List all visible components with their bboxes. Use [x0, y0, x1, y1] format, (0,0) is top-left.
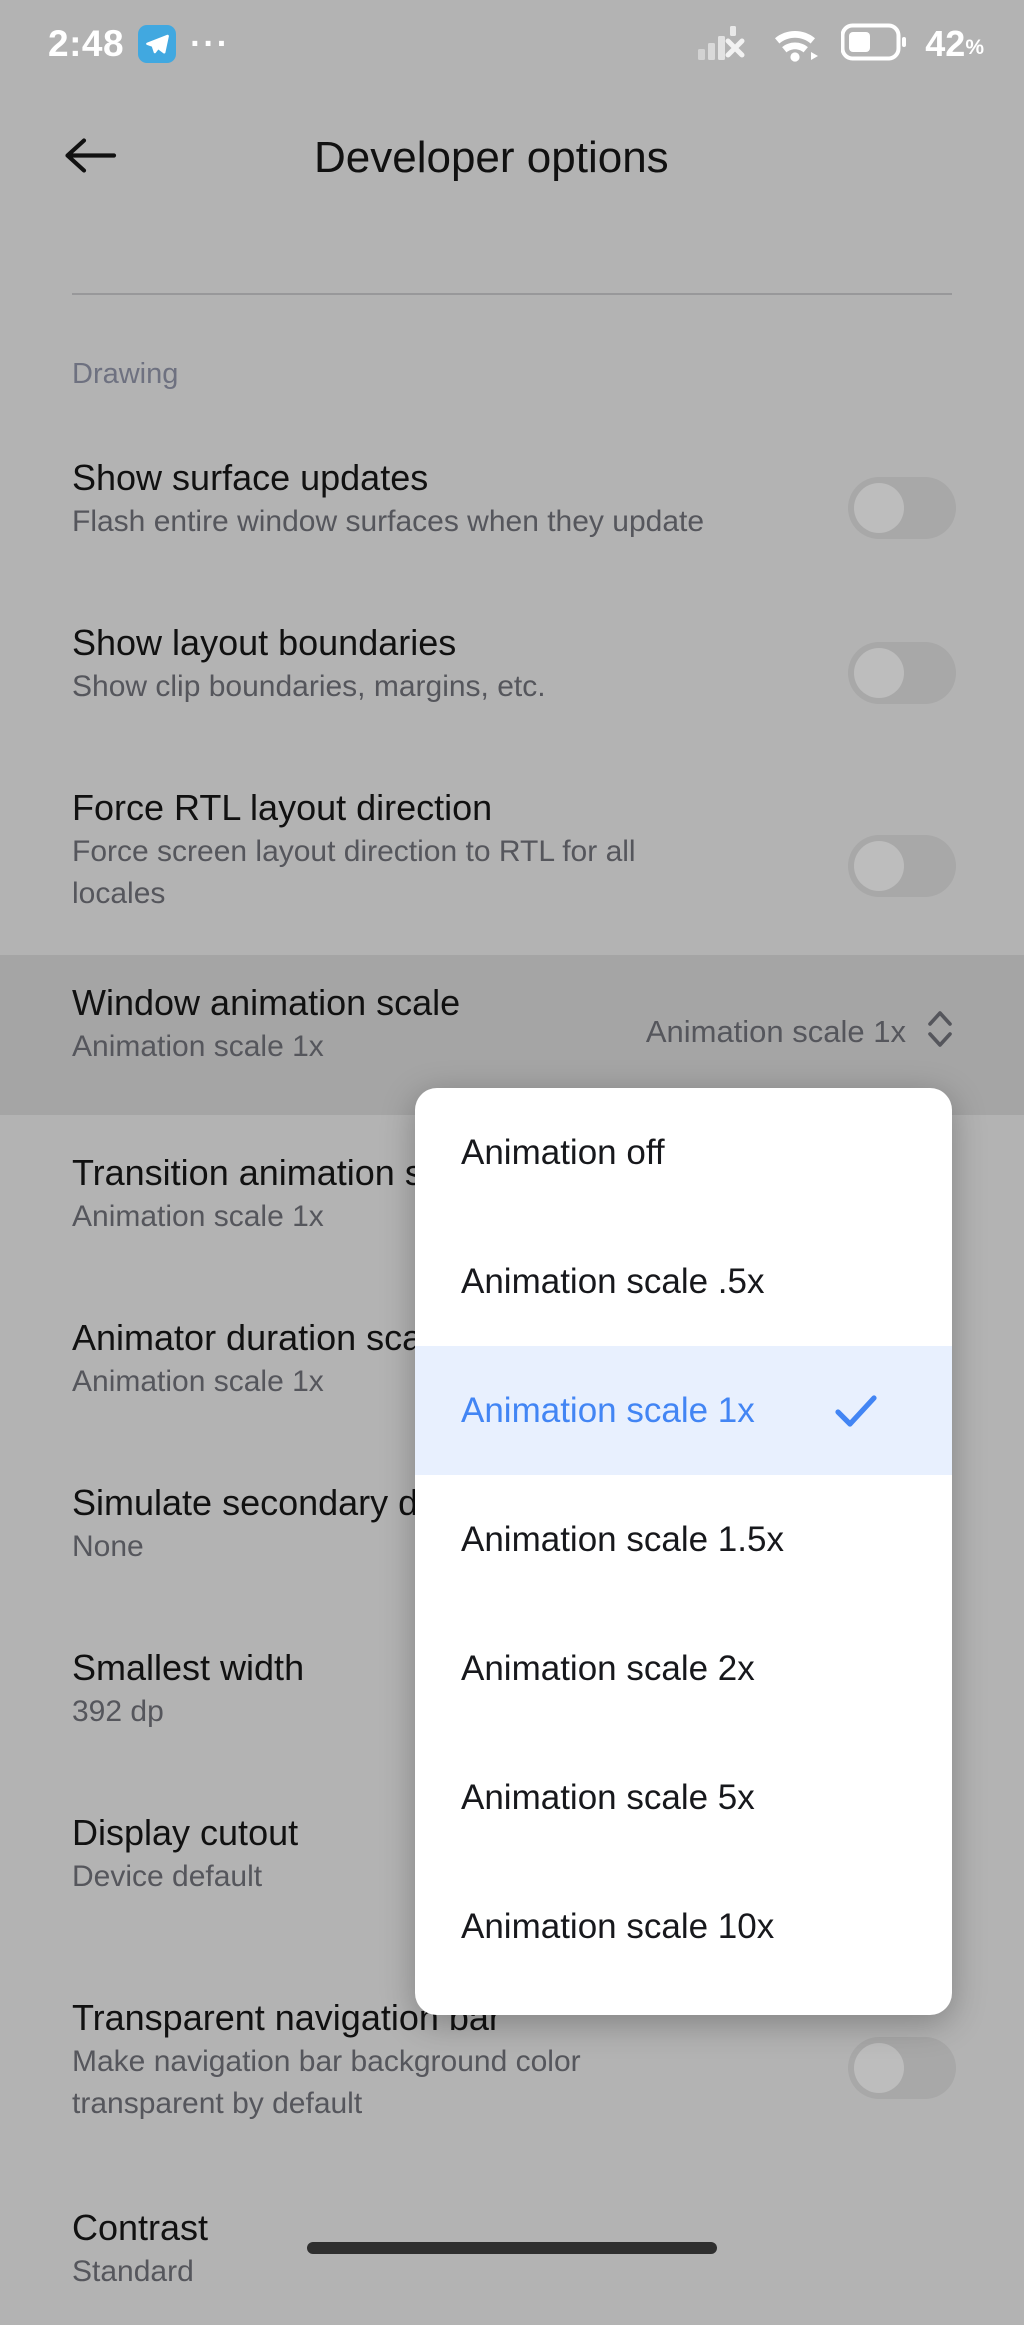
battery-percent-value: 42 [925, 23, 966, 64]
toggle-knob [854, 2043, 904, 2093]
cellular-signal-off-icon [697, 21, 749, 68]
toggle-knob [854, 648, 904, 698]
app-bar: Developer options [0, 88, 1024, 228]
dropdown-option-animation-scale-point5x[interactable]: Animation scale .5x [415, 1217, 952, 1346]
setting-value-text: Animation scale 1x [645, 1013, 906, 1049]
setting-row-show-layout-boundaries[interactable]: Show layout boundaries Show clip boundar… [0, 620, 1024, 750]
toggle-knob [854, 841, 904, 891]
setting-row-contrast[interactable]: Contrast Standard [0, 2205, 1024, 2325]
setting-subtitle: Make navigation bar background color tra… [72, 2045, 581, 2120]
dropdown-option-animation-off[interactable]: Animation off [415, 1088, 952, 1217]
status-overflow-dots: ··· [190, 25, 231, 63]
setting-subtitle: Flash entire window surfaces when they u… [72, 505, 705, 538]
dropdown-option-animation-scale-2x[interactable]: Animation scale 2x [415, 1604, 952, 1733]
page-title: Developer options [314, 133, 669, 182]
status-bar-right: 42% [697, 21, 984, 68]
status-bar-clock: 2:48 [48, 23, 125, 64]
dropdown-option-label: Animation scale 5x [461, 1777, 755, 1817]
dropdown-option-animation-scale-10x[interactable]: Animation scale 10x [415, 1862, 952, 1991]
toggle-show-layout-boundaries[interactable] [848, 642, 956, 704]
setting-subtitle: Standard [72, 2255, 194, 2288]
setting-subtitle: Force screen layout direction to RTL for… [72, 835, 636, 910]
setting-row-force-rtl[interactable]: Force RTL layout direction Force screen … [0, 785, 1024, 955]
wifi-icon [767, 21, 823, 68]
status-bar-left: 2:48 ··· [48, 23, 230, 65]
dropdown-option-animation-scale-1point5x[interactable]: Animation scale 1.5x [415, 1475, 952, 1604]
dropdown-option-label: Animation scale 10x [461, 1906, 775, 1946]
status-bar: 2:48 ··· 42% [0, 0, 1024, 88]
telegram-icon [138, 25, 177, 63]
setting-subtitle: Show clip boundaries, margins, etc. [72, 670, 546, 703]
home-indicator [307, 2242, 717, 2254]
toggle-show-surface-updates[interactable] [848, 477, 956, 539]
dropdown-option-label: Animation scale 1x [461, 1390, 755, 1430]
dropdown-option-label: Animation off [461, 1132, 665, 1172]
setting-row-transparent-navigation-bar[interactable]: Transparent navigation bar Make navigati… [0, 1995, 1024, 2165]
toggle-force-rtl[interactable] [848, 835, 956, 897]
chevron-up-down-icon[interactable] [924, 1003, 956, 1060]
animation-scale-dropdown[interactable]: Animation off Animation scale .5x Animat… [415, 1088, 952, 2015]
dropdown-option-animation-scale-1x[interactable]: Animation scale 1x [415, 1346, 952, 1475]
toggle-knob [854, 483, 904, 533]
setting-title: Show surface updates [72, 457, 429, 498]
battery-icon [840, 23, 907, 66]
setting-title: Force RTL layout direction [72, 787, 493, 828]
setting-value-window-animation-scale[interactable]: Animation scale 1x [646, 1003, 956, 1060]
setting-row-show-surface-updates[interactable]: Show surface updates Flash entire window… [0, 455, 1024, 585]
dropdown-option-label: Animation scale 2x [461, 1648, 755, 1688]
toggle-transparent-navigation-bar[interactable] [848, 2037, 956, 2099]
setting-title: Show layout boundaries [72, 622, 457, 663]
battery-percent: 42% [925, 23, 984, 65]
back-arrow-icon[interactable] [62, 135, 118, 182]
dropdown-option-label: Animation scale 1.5x [461, 1519, 784, 1559]
app-bar-divider [72, 293, 952, 295]
dropdown-option-label: Animation scale .5x [461, 1261, 765, 1301]
dropdown-option-animation-scale-5x[interactable]: Animation scale 5x [415, 1733, 952, 1862]
check-icon [834, 1393, 878, 1429]
section-header-drawing: Drawing [72, 358, 179, 390]
battery-percent-unit: % [965, 36, 984, 59]
